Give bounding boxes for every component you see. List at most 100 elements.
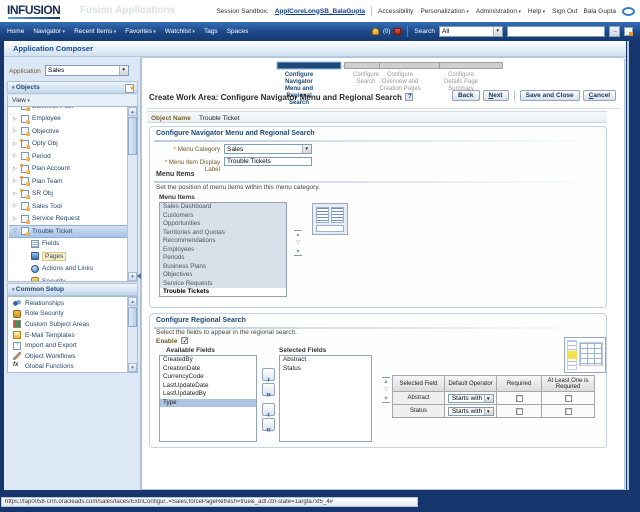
common-setup-item[interactable]: Object Workflows <box>9 351 127 362</box>
move-to-top-icon[interactable] <box>382 377 390 385</box>
dropdown-arrow-icon[interactable] <box>483 394 493 402</box>
move-to-top-icon[interactable] <box>294 230 302 238</box>
move-to-bottom-icon[interactable] <box>294 248 302 256</box>
common-setup-item[interactable]: E-Mail Templates <box>9 330 127 341</box>
menu-item-option[interactable]: Customers <box>160 211 286 220</box>
expand-icon[interactable] <box>13 216 18 222</box>
scrollbar-thumb[interactable] <box>128 307 137 327</box>
menu-item-option[interactable]: Business Plans <box>160 262 286 271</box>
cancel-button[interactable]: Cancel <box>582 90 616 101</box>
menu-item-option[interactable]: Recommendations <box>160 237 286 246</box>
header-menu-link[interactable]: Accessibility <box>378 8 413 15</box>
common-setup-item[interactable]: Role Security <box>9 309 127 320</box>
tree-item[interactable]: Actions and Links <box>9 263 127 276</box>
train-stop[interactable]: Configure Details Page Summary <box>439 62 503 93</box>
nav-menu-item[interactable]: Recent Items <box>74 28 116 35</box>
menu-item-option[interactable]: Trouble Tickets <box>160 288 286 296</box>
expand-icon[interactable] <box>13 141 18 147</box>
menu-item-option[interactable]: Service Requests <box>160 279 286 288</box>
nav-menu-item[interactable]: Navigator <box>33 28 65 35</box>
next-button[interactable]: Next <box>482 90 509 101</box>
available-field-option[interactable]: LastUpdatedBy <box>160 390 256 399</box>
help-icon[interactable] <box>404 93 413 101</box>
header-menu-link[interactable]: Help <box>528 8 545 15</box>
tree-item[interactable]: Sales Tool <box>9 200 127 213</box>
tasks-icon[interactable] <box>394 28 402 35</box>
train-stop-icon[interactable] <box>379 62 443 69</box>
tree-item[interactable]: Plan Account <box>9 163 127 176</box>
train-stop-icon[interactable] <box>439 62 503 69</box>
menu-item-option[interactable]: Opportunities <box>160 220 286 229</box>
list-scrollbar[interactable] <box>127 297 137 372</box>
tree-item[interactable]: Employee <box>9 113 127 126</box>
tree-item[interactable]: Period <box>9 150 127 163</box>
available-field-option[interactable]: LastUpdateDate <box>160 382 256 391</box>
scroll-up-icon[interactable] <box>128 107 137 116</box>
session-sandbox-link[interactable]: ApplCoreLongSB_BalaGupta <box>275 8 365 15</box>
application-select[interactable]: Sales <box>45 65 129 76</box>
tree-item[interactable]: Fields <box>9 238 127 251</box>
tree-scrollbar[interactable] <box>127 107 137 281</box>
tree-item[interactable]: Pages <box>9 250 127 263</box>
common-setup-item[interactable]: Relationships <box>9 298 127 309</box>
move-all-right-button[interactable] <box>262 383 275 396</box>
train-stop-icon[interactable] <box>277 62 341 69</box>
at-least-one-checkbox[interactable] <box>564 394 572 402</box>
selected-field-option[interactable]: Status <box>280 365 371 374</box>
expand-icon[interactable] <box>13 191 18 197</box>
common-setup-item[interactable]: Import and Export <box>9 340 127 351</box>
nav-menu-item[interactable]: Spaces <box>227 28 249 35</box>
menu-item-option[interactable]: Sales Dashboard <box>160 203 286 212</box>
chat-bubble-icon[interactable] <box>622 6 635 16</box>
tree-item[interactable]: SR Obj <box>9 188 127 201</box>
search-scope-select[interactable]: All <box>439 26 503 37</box>
dropdown-arrow-icon[interactable] <box>119 66 128 75</box>
tree-item[interactable]: Plan Team <box>9 175 127 188</box>
expand-icon[interactable] <box>13 203 18 209</box>
back-button[interactable]: Back <box>451 90 480 101</box>
available-field-option[interactable]: CurrencyCode <box>160 373 256 382</box>
search-go-button[interactable] <box>609 26 620 37</box>
common-setup-panel-header[interactable]: Common Setup <box>7 283 138 296</box>
tree-item[interactable]: Objective <box>9 125 127 138</box>
save-and-close-button[interactable]: Save and Close <box>519 90 580 101</box>
at-least-one-checkbox[interactable] <box>564 407 572 415</box>
new-object-icon[interactable] <box>125 83 135 95</box>
expand-icon[interactable] <box>13 178 18 184</box>
available-field-option[interactable]: CreationDate <box>160 365 256 374</box>
move-all-left-button[interactable] <box>262 418 275 431</box>
expand-icon[interactable] <box>13 228 18 234</box>
scroll-down-icon[interactable] <box>128 363 137 372</box>
expand-icon[interactable] <box>13 153 18 159</box>
move-to-bottom-icon[interactable] <box>382 395 390 403</box>
menu-item-option[interactable]: Objectives <box>160 271 286 280</box>
move-down-icon[interactable] <box>294 239 302 247</box>
required-checkbox[interactable] <box>515 407 523 415</box>
tree-item[interactable]: Security <box>9 275 127 281</box>
tree-item[interactable]: Service Request <box>9 213 127 226</box>
search-input[interactable] <box>507 26 605 37</box>
operator-select[interactable]: Starts with <box>447 393 494 403</box>
nav-menu-item[interactable]: Tags <box>204 28 218 35</box>
expand-icon[interactable] <box>13 116 18 122</box>
scroll-down-icon[interactable] <box>128 272 137 281</box>
train-stop[interactable]: Configure Overview and Creation Pages <box>378 62 444 93</box>
dropdown-arrow-icon[interactable] <box>302 145 311 153</box>
menu-category-select[interactable]: Sales <box>224 144 312 154</box>
display-label-input[interactable] <box>224 157 312 166</box>
nav-menu-item[interactable]: Watchlist <box>165 28 195 35</box>
tree-item[interactable]: Trouble Ticket <box>9 225 127 238</box>
menu-item-option[interactable]: Periods <box>160 254 286 263</box>
available-field-option[interactable]: CreatedBy <box>160 356 256 365</box>
menu-item-option[interactable]: Territories and Quotas <box>160 228 286 237</box>
expand-icon[interactable] <box>13 107 18 109</box>
menu-item-option[interactable]: Employees <box>160 245 286 254</box>
dropdown-arrow-icon[interactable] <box>493 27 502 36</box>
selected-field-option[interactable]: Abstract <box>280 356 371 365</box>
move-selected-right-button[interactable] <box>262 368 275 381</box>
advanced-search-icon[interactable] <box>624 27 633 36</box>
operator-select[interactable]: Starts with <box>447 406 494 416</box>
header-menu-link[interactable]: Sign Out <box>552 8 577 15</box>
expand-icon[interactable] <box>13 166 18 172</box>
common-setup-item[interactable]: Custom Subject Areas <box>9 319 127 330</box>
